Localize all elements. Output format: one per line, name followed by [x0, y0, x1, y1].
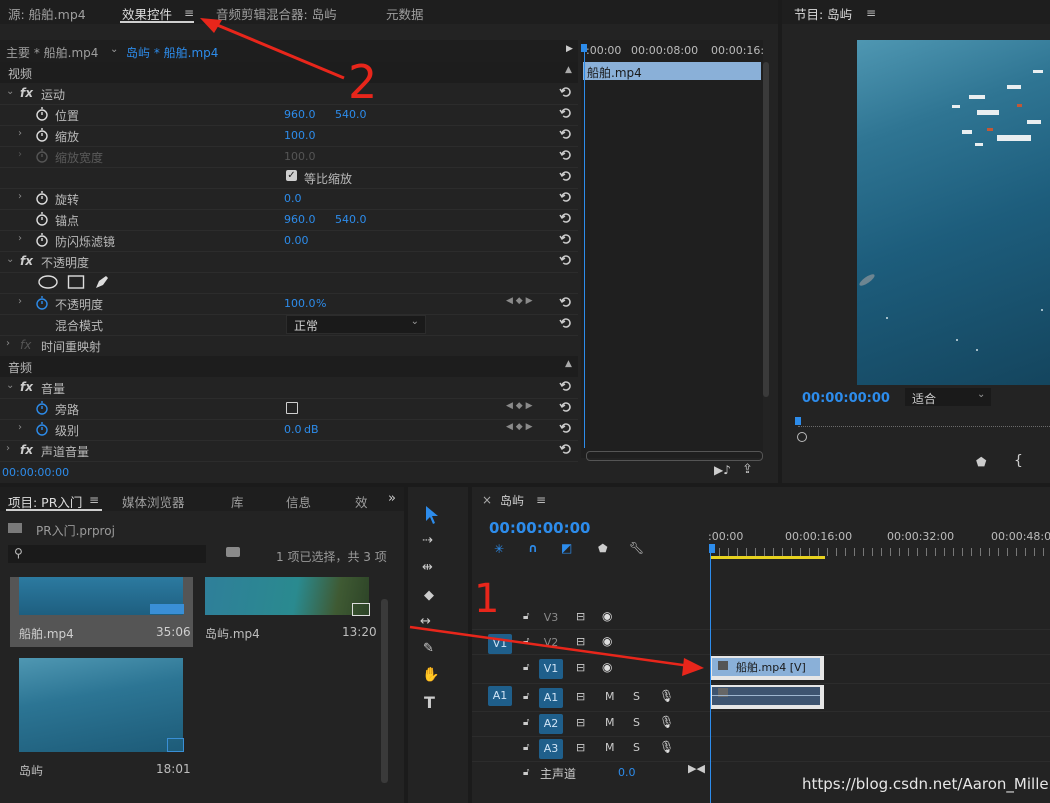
annotation-arrow-1: [409, 625, 704, 676]
annotation-arrow-2: [200, 18, 345, 80]
watermark: https://blog.csdn.net/Aaron_Miller: [802, 775, 1050, 793]
annotation-layer: 2 1: [200, 18, 704, 676]
annotation-label-2: 2: [348, 55, 377, 109]
annotation-label-1: 1: [474, 576, 499, 622]
